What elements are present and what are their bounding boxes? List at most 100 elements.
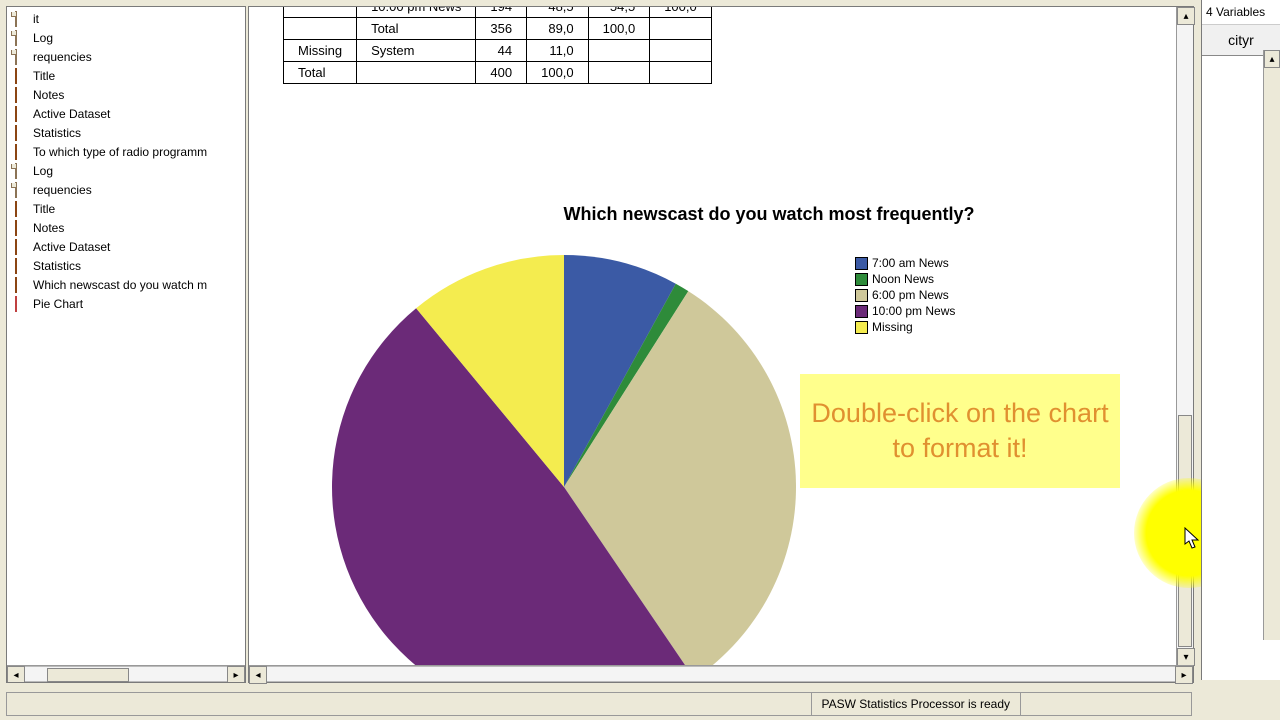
table-row: 10:00 pm News19448,554,5100,0 [284, 7, 712, 18]
table-row: Total400100,0 [284, 62, 712, 84]
outline-item-label: To which type of radio programm [33, 145, 207, 159]
table-row: MissingSystem4411,0 [284, 40, 712, 62]
output-viewer: 10:00 pm News19448,554,5100,0Total35689,… [248, 6, 1194, 683]
legend-swatch [855, 273, 868, 286]
variables-vscroll[interactable]: ▴ [1263, 50, 1280, 640]
table-cell [588, 40, 650, 62]
outline-item-label: Notes [33, 221, 64, 235]
table-cell: 100,0 [527, 62, 589, 84]
legend-label: 7:00 am News [872, 256, 949, 270]
legend-swatch [855, 305, 868, 318]
outline-item[interactable]: Pie Chart [7, 294, 245, 313]
outline-item-label: Active Dataset [33, 107, 110, 121]
scroll-up-button[interactable]: ▴ [1264, 50, 1280, 68]
status-cell [1020, 693, 1091, 715]
legend-item: 6:00 pm News [855, 287, 955, 303]
outline-item[interactable]: Title [7, 199, 245, 218]
outline-list: it Log requencies Title Notes Active Dataset S… [7, 7, 245, 315]
page-icon [15, 50, 29, 64]
hscroll-track[interactable] [267, 666, 1175, 682]
page-icon [15, 31, 29, 45]
outline-item-label: requencies [33, 183, 92, 197]
scroll-right-button[interactable]: ▸ [227, 666, 245, 683]
table-cell [650, 18, 712, 40]
table-icon [15, 278, 29, 292]
variables-header: 4 Variables [1202, 0, 1280, 25]
pie-chart[interactable] [329, 252, 799, 666]
outline-item[interactable]: Which newscast do you watch m [7, 275, 245, 294]
viewer-content[interactable]: 10:00 pm News19448,554,5100,0Total35689,… [249, 7, 1177, 666]
outline-item-label: Active Dataset [33, 240, 110, 254]
outline-item-label: Statistics [33, 259, 81, 273]
frequency-table[interactable]: 10:00 pm News19448,554,5100,0Total35689,… [283, 7, 712, 84]
scroll-right-button[interactable]: ▸ [1175, 666, 1193, 684]
table-cell: 356 [476, 18, 527, 40]
outline-item-label: Title [33, 202, 55, 216]
table-cell: 100,0 [650, 7, 712, 18]
outline-item[interactable]: Statistics [7, 256, 245, 275]
legend-item: 10:00 pm News [855, 303, 955, 319]
table-cell: 89,0 [527, 18, 589, 40]
scroll-down-button[interactable]: ▾ [1177, 648, 1195, 666]
legend-label: 10:00 pm News [872, 304, 955, 318]
table-icon [15, 221, 29, 235]
table-cell: 54,5 [588, 7, 650, 18]
table-cell [284, 18, 357, 40]
scroll-left-button[interactable]: ◂ [7, 666, 25, 683]
outline-item-label: Notes [33, 88, 64, 102]
outline-item-label: it [33, 12, 39, 26]
outline-item[interactable]: To which type of radio programm [7, 142, 245, 161]
table-cell [284, 7, 357, 18]
outline-item[interactable]: Notes [7, 218, 245, 237]
legend-swatch [855, 321, 868, 334]
scroll-left-button[interactable]: ◂ [249, 666, 267, 684]
outline-item-label: Title [33, 69, 55, 83]
table-cell [588, 62, 650, 84]
outline-item-label: Which newscast do you watch m [33, 278, 207, 292]
outline-item[interactable]: requencies [7, 47, 245, 66]
table-icon [15, 240, 29, 254]
app-root: it Log requencies Title Notes Active Dataset S… [0, 0, 1280, 720]
table-cell: 44 [476, 40, 527, 62]
outline-item[interactable]: Active Dataset [7, 104, 245, 123]
table-cell: 11,0 [527, 40, 589, 62]
table-cell: 100,0 [588, 18, 650, 40]
outline-hscroll[interactable]: ◂ ▸ [7, 665, 245, 682]
table-row: Total35689,0100,0 [284, 18, 712, 40]
table-cell: 48,5 [527, 7, 589, 18]
viewer-hscroll[interactable]: ◂ ▸ [249, 665, 1193, 682]
table-cell [650, 40, 712, 62]
outline-item-label: requencies [33, 50, 92, 64]
legend-item: Missing [855, 319, 955, 335]
outline-item[interactable]: Statistics [7, 123, 245, 142]
chart-icon [15, 297, 29, 311]
table-cell: System [357, 40, 476, 62]
legend-swatch [855, 289, 868, 302]
chart-title: Which newscast do you watch most frequen… [429, 204, 1109, 225]
legend-label: Noon News [872, 272, 934, 286]
outline-item-label: Pie Chart [33, 297, 83, 311]
scroll-up-button[interactable]: ▴ [1177, 7, 1195, 25]
outline-item-label: Statistics [33, 126, 81, 140]
legend-item: Noon News [855, 271, 955, 287]
table-cell: Total [357, 18, 476, 40]
scroll-thumb[interactable] [47, 668, 129, 682]
table-icon [15, 88, 29, 102]
page-icon [15, 12, 29, 26]
outline-item-label: Log [33, 164, 53, 178]
table-icon [15, 126, 29, 140]
outline-item[interactable]: it [7, 9, 245, 28]
table-cell: Missing [284, 40, 357, 62]
outline-item[interactable]: Active Dataset [7, 237, 245, 256]
outline-item[interactable]: Notes [7, 85, 245, 104]
cursor-icon [1184, 527, 1202, 551]
table-icon [15, 145, 29, 159]
scroll-track[interactable] [25, 666, 227, 682]
table-icon [15, 69, 29, 83]
outline-item[interactable]: Log [7, 161, 245, 180]
page-icon [15, 164, 29, 178]
outline-item[interactable]: Title [7, 66, 245, 85]
status-bar: PASW Statistics Processor is ready [6, 692, 1192, 716]
outline-item[interactable]: requencies [7, 180, 245, 199]
outline-item[interactable]: Log [7, 28, 245, 47]
